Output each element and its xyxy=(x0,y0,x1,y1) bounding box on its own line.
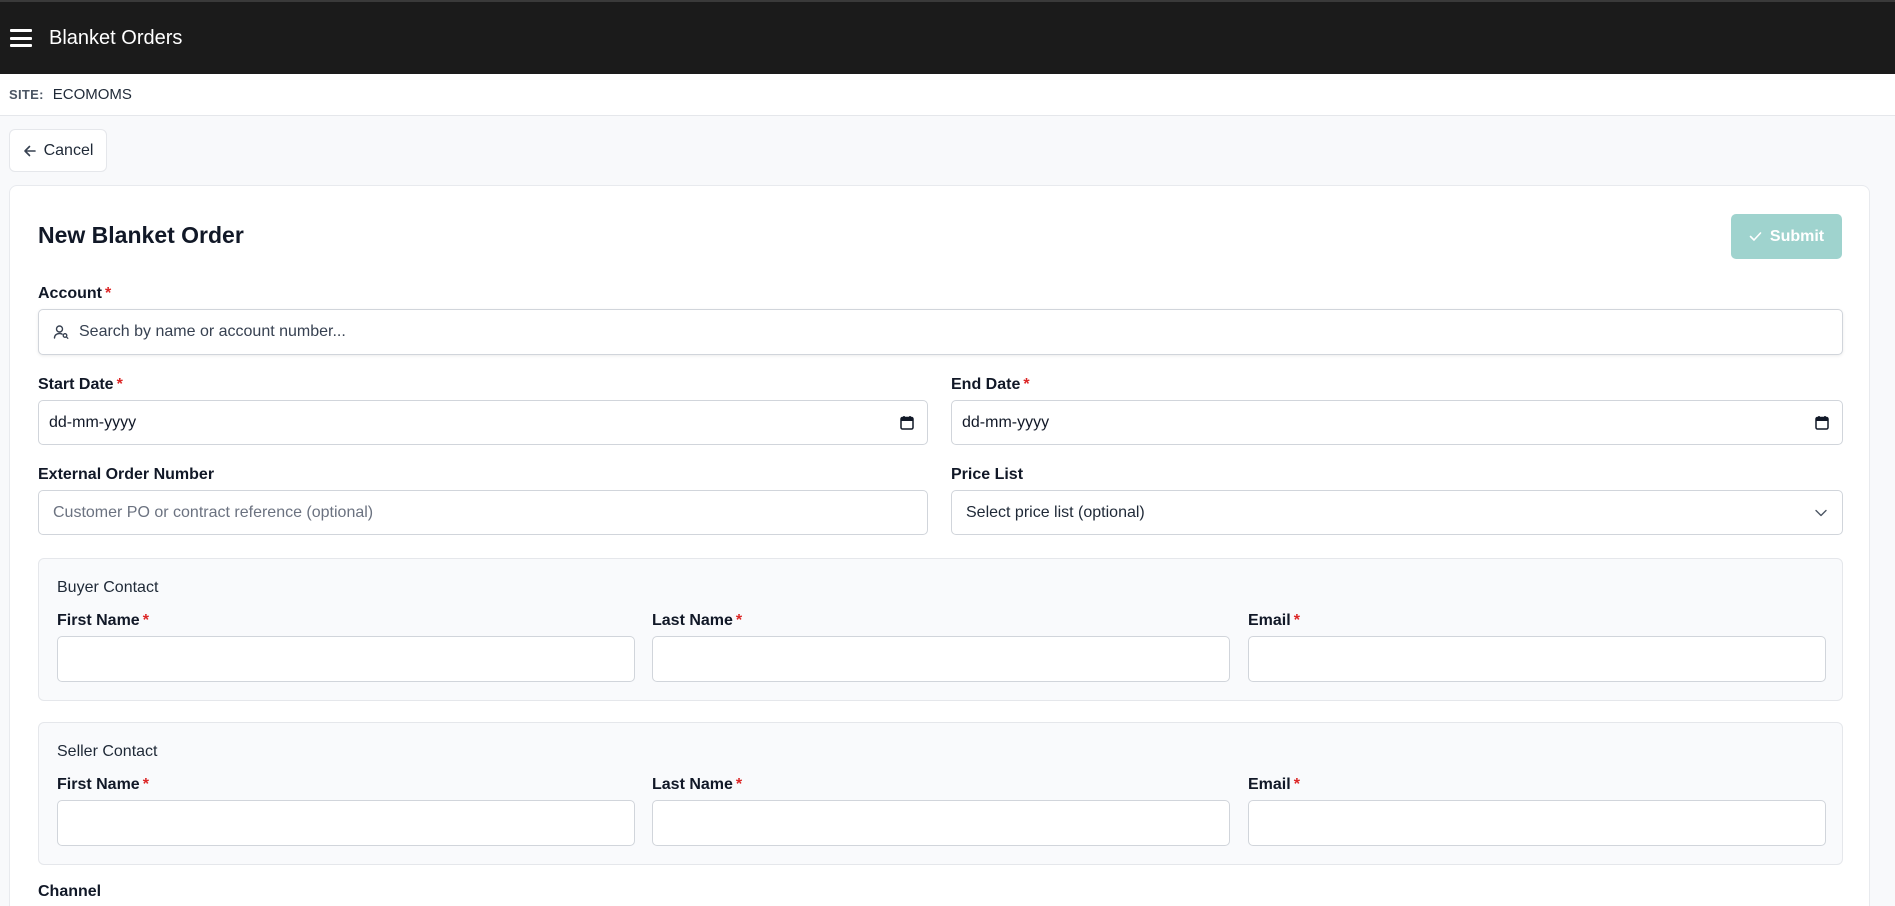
site-bar: SITE: ECOMOMS xyxy=(0,74,1895,116)
required-mark: * xyxy=(142,776,149,793)
calendar-icon[interactable] xyxy=(1815,415,1829,430)
site-value: ECOMOMS xyxy=(52,86,132,103)
required-mark: * xyxy=(1023,376,1030,393)
chevron-down-icon xyxy=(1815,509,1827,516)
end-date-value: dd-mm-yyyy xyxy=(962,413,1050,431)
buyer-email-label: Email * xyxy=(1248,612,1300,630)
start-date-input[interactable]: dd-mm-yyyy xyxy=(38,400,928,445)
account-search-field xyxy=(38,309,1843,355)
account-search-input[interactable] xyxy=(69,310,1842,354)
required-mark: * xyxy=(735,776,743,793)
seller-email-input[interactable] xyxy=(1249,801,1825,845)
form-title: New Blanket Order xyxy=(38,222,244,248)
seller-last-name-label: Last Name * xyxy=(652,776,742,794)
start-date-label: Start Date * xyxy=(38,376,123,394)
external-order-number-label: External Order Number xyxy=(38,466,215,483)
required-mark: * xyxy=(105,285,112,302)
submit-button-label: Submit xyxy=(1769,227,1825,245)
seller-first-name-label: First Name * xyxy=(57,776,149,794)
required-mark: * xyxy=(735,612,743,629)
seller-first-name-field xyxy=(57,800,635,846)
buyer-contact-section: Buyer Contact First Name * Last Name * Ema… xyxy=(38,558,1843,701)
required-mark: * xyxy=(1293,612,1300,629)
buyer-first-name-label: First Name * xyxy=(57,612,149,630)
seller-last-name-label-text: Last Name xyxy=(652,776,733,793)
cancel-button-label: Cancel xyxy=(43,141,94,159)
buyer-last-name-field xyxy=(652,636,1230,682)
channel-label: Channel xyxy=(38,883,102,900)
seller-email-label: Email * xyxy=(1248,776,1300,794)
account-label: Account * xyxy=(38,285,111,303)
seller-contact-title: Seller Contact xyxy=(57,743,158,760)
cancel-button[interactable]: Cancel xyxy=(9,129,107,172)
buyer-email-field xyxy=(1248,636,1826,682)
required-mark: * xyxy=(142,612,149,629)
start-date-label-text: Start Date xyxy=(38,376,114,393)
seller-email-label-text: Email xyxy=(1248,776,1291,793)
user-search-icon xyxy=(53,325,69,339)
required-mark: * xyxy=(116,376,123,393)
buyer-last-name-label: Last Name * xyxy=(652,612,742,630)
price-list-selected-value: Select price list (optional) xyxy=(966,503,1145,521)
start-date-value: dd-mm-yyyy xyxy=(49,413,137,431)
buyer-contact-title: Buyer Contact xyxy=(57,579,159,596)
site-label: SITE: xyxy=(9,87,44,102)
required-mark: * xyxy=(1293,776,1300,793)
buyer-last-name-label-text: Last Name xyxy=(652,612,733,629)
price-list-select[interactable]: Select price list (optional) xyxy=(951,490,1843,535)
buyer-last-name-input[interactable] xyxy=(653,637,1229,681)
hamburger-menu-icon[interactable] xyxy=(10,29,32,47)
external-order-number-field xyxy=(38,490,928,535)
account-label-text: Account xyxy=(38,285,102,302)
buyer-first-name-input[interactable] xyxy=(58,637,634,681)
seller-last-name-field xyxy=(652,800,1230,846)
buyer-email-input[interactable] xyxy=(1249,637,1825,681)
buyer-first-name-field xyxy=(57,636,635,682)
end-date-input[interactable]: dd-mm-yyyy xyxy=(951,400,1843,445)
submit-button[interactable]: Submit xyxy=(1731,214,1842,259)
seller-first-name-input[interactable] xyxy=(58,801,634,845)
seller-contact-section: Seller Contact First Name * Last Name * Em… xyxy=(38,722,1843,865)
external-order-number-input[interactable] xyxy=(39,491,927,534)
seller-email-field xyxy=(1248,800,1826,846)
seller-last-name-input[interactable] xyxy=(653,801,1229,845)
end-date-label: End Date * xyxy=(951,376,1030,394)
calendar-icon[interactable] xyxy=(900,415,914,430)
arrow-left-icon xyxy=(23,145,36,156)
check-icon xyxy=(1749,232,1762,241)
app-title: Blanket Orders xyxy=(49,26,183,49)
seller-first-name-label-text: First Name xyxy=(57,776,140,793)
end-date-label-text: End Date xyxy=(951,376,1021,393)
buyer-first-name-label-text: First Name xyxy=(57,612,140,629)
buyer-email-label-text: Email xyxy=(1248,612,1291,629)
new-blanket-order-form: New Blanket Order Submit Account* Start … xyxy=(9,185,1870,906)
price-list-label: Price List xyxy=(951,466,1024,483)
top-app-bar: Blanket Orders xyxy=(0,0,1895,74)
